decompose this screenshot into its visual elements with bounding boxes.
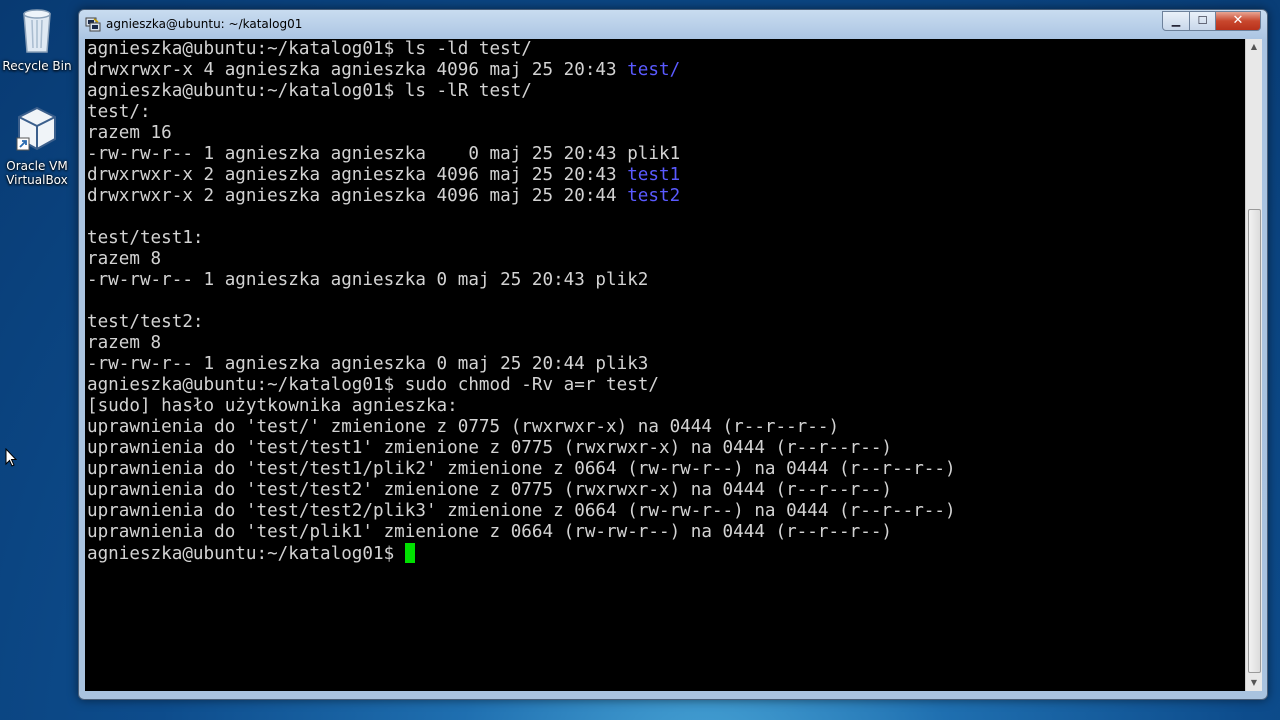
scroll-down-arrow-icon[interactable]: ▼ [1246,675,1262,691]
directory-name: test2 [627,186,681,206]
terminal-line: uprawnienia do 'test/plik1' zmienione z … [87,522,893,542]
terminal-line: -rw-rw-r-- 1 agnieszka agnieszka 0 maj 2… [87,144,681,164]
directory-name: test1 [627,165,681,185]
terminal-line: agnieszka@ubuntu:~/katalog01$ ls -lR tes… [87,81,532,101]
scrollbar-thumb[interactable] [1248,209,1261,673]
desktop-icon-recycle-bin[interactable]: Recycle Bin [2,8,72,73]
virtualbox-label: Oracle VM VirtualBox [6,159,68,187]
terminal-line: test/test1: [87,228,204,248]
putty-icon [85,16,101,32]
mouse-pointer-icon [5,447,18,472]
terminal-window[interactable]: agnieszka@ubuntu: ~/katalog01 ▁ ☐ ✕ agni… [78,9,1268,700]
terminal-line: uprawnienia do 'test/test1' zmienione z … [87,438,893,458]
terminal-line: uprawnienia do 'test/test2' zmienione z … [87,480,893,500]
scroll-up-arrow-icon[interactable]: ▲ [1246,39,1262,55]
terminal-line: -rw-rw-r-- 1 agnieszka agnieszka 0 maj 2… [87,270,649,290]
terminal-line: -rw-rw-r-- 1 agnieszka agnieszka 0 maj 2… [87,354,649,374]
terminal-line: agnieszka@ubuntu:~/katalog01$ ls -ld tes… [87,39,532,59]
terminal-line: test/test2: [87,312,204,332]
recycle-bin-label: Recycle Bin [2,59,72,73]
close-button[interactable]: ✕ [1216,11,1261,31]
directory-name: test/ [627,60,681,80]
terminal-line: test/: [87,102,151,122]
virtualbox-icon [2,104,72,157]
terminal-line: uprawnienia do 'test/test2/plik3' zmieni… [87,501,956,521]
terminal-line: uprawnienia do 'test/' zmienione z 0775 … [87,417,840,437]
terminal-line: uprawnienia do 'test/test1/plik2' zmieni… [87,459,956,479]
terminal-line: drwxrwxr-x 2 agnieszka agnieszka 4096 ma… [87,186,681,206]
vertical-scrollbar[interactable]: ▲ ▼ [1245,39,1262,691]
prompt-line[interactable]: agnieszka@ubuntu:~/katalog01$ [87,543,1245,564]
terminal-line: drwxrwxr-x 2 agnieszka agnieszka 4096 ma… [87,165,681,185]
terminal-line: razem 16 [87,123,172,143]
minimize-button[interactable]: ▁ [1162,11,1190,31]
window-title: agnieszka@ubuntu: ~/katalog01 [106,17,303,31]
title-bar[interactable]: agnieszka@ubuntu: ~/katalog01 ▁ ☐ ✕ [79,10,1267,38]
terminal-line: [sudo] hasło użytkownika agnieszka: [87,396,458,416]
maximize-button[interactable]: ☐ [1190,11,1216,31]
prompt: agnieszka@ubuntu:~/katalog01$ [87,544,405,564]
terminal-line: drwxrwxr-x 4 agnieszka agnieszka 4096 ma… [87,60,681,80]
terminal-line: razem 8 [87,333,162,353]
terminal-output[interactable]: agnieszka@ubuntu:~/katalog01$ ls -ld tes… [85,39,1245,691]
desktop-icon-virtualbox[interactable]: Oracle VM VirtualBox [2,104,72,187]
text-cursor [404,543,415,563]
terminal-line: razem 8 [87,249,162,269]
recycle-bin-icon [2,8,72,57]
terminal-line: agnieszka@ubuntu:~/katalog01$ sudo chmod… [87,375,659,395]
